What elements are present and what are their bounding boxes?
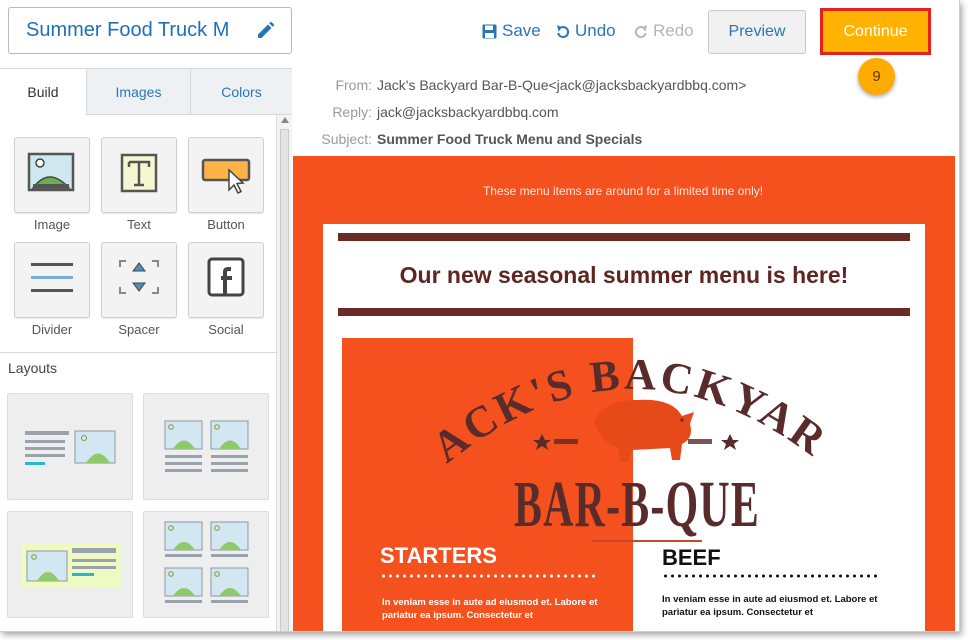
- layout-two-column-icon: [164, 420, 249, 472]
- reply-row: Reply: jack@jacksbackyardbbq.com: [292, 104, 559, 124]
- top-toolbar: Summer Food Truck M Save Undo Redo Previ…: [0, 0, 959, 68]
- email-canvas: These menu items are around for a limite…: [293, 156, 955, 631]
- reply-value[interactable]: jack@jacksbackyardbbq.com: [377, 104, 559, 124]
- layout-four-images-icon: [164, 521, 249, 603]
- beef-dots: [662, 574, 878, 578]
- redo-icon: [634, 24, 647, 38]
- facebook-icon: [207, 257, 245, 297]
- layout-text-image-icon: [25, 430, 116, 465]
- campaign-title-field[interactable]: Summer Food Truck M: [8, 7, 292, 54]
- tab-images[interactable]: Images: [86, 69, 190, 115]
- layouts-heading: Layouts: [0, 352, 276, 382]
- beef-text: In veniam esse in aute ad eiusmod et. La…: [662, 594, 878, 618]
- jacks-backyard-logo: JACK'S BACKYARD BAR-: [342, 338, 837, 542]
- left-panel-scrollbar[interactable]: [276, 115, 292, 631]
- step-badge: 9: [858, 58, 895, 95]
- text-block-label: Text: [127, 217, 151, 232]
- campaign-title-text: Summer Food Truck M: [26, 19, 230, 41]
- pig-icon: [594, 399, 694, 462]
- from-value[interactable]: Jack's Backyard Bar-B-Que<jack@jacksback…: [377, 77, 746, 97]
- subject-label: Subject:: [321, 131, 372, 147]
- email-content-card: Our new seasonal summer menu is here! JA…: [323, 224, 925, 631]
- email-editor-window: Summer Food Truck M Save Undo Redo Previ…: [0, 0, 960, 632]
- tab-build[interactable]: Build: [0, 69, 86, 115]
- subject-value[interactable]: Summer Food Truck Menu and Specials: [377, 131, 642, 151]
- logo-line-2: BAR-B-QUE: [514, 468, 760, 541]
- social-block[interactable]: [188, 242, 264, 318]
- image-block[interactable]: [14, 137, 90, 213]
- save-button[interactable]: Save: [482, 20, 541, 42]
- redo-button[interactable]: Redo: [634, 20, 694, 42]
- layout-two-column-images[interactable]: [143, 393, 269, 500]
- button-block-icon: [201, 158, 251, 195]
- spacer-block-icon: [119, 260, 159, 294]
- menu-poster-image[interactable]: JACK'S BACKYARD BAR-: [342, 338, 910, 631]
- starters-dots: [380, 574, 598, 578]
- image-block-icon: [27, 152, 75, 192]
- scroll-thumb[interactable]: [280, 129, 289, 631]
- email-preview-pane: From: Jack's Backyard Bar-B-Que<jack@jac…: [292, 68, 959, 631]
- panel-tabs: Build Images Colors: [0, 69, 292, 115]
- subject-row: Subject: Summer Food Truck Menu and Spec…: [292, 131, 642, 151]
- button-block-label: Button: [207, 217, 245, 232]
- divider-block-icon: [31, 263, 73, 292]
- top-divider[interactable]: [338, 233, 910, 241]
- tab-colors[interactable]: Colors: [190, 69, 292, 115]
- divider-block-label: Divider: [31, 322, 73, 337]
- pencil-icon[interactable]: [255, 21, 275, 41]
- beef-title: BEEF: [662, 545, 721, 570]
- logo-line-1: JACK'S BACKYARD: [342, 338, 834, 472]
- text-block[interactable]: [101, 137, 177, 213]
- starters-text: In veniam esse in aute ad eiusmod et. La…: [382, 597, 598, 621]
- undo-button[interactable]: Undo: [556, 20, 616, 42]
- email-headline[interactable]: Our new seasonal summer menu is here!: [323, 262, 925, 289]
- image-block-label: Image: [33, 217, 71, 232]
- redo-label: Redo: [653, 21, 694, 40]
- continue-button[interactable]: Continue: [820, 8, 931, 55]
- layout-text-image[interactable]: [7, 393, 133, 500]
- save-label: Save: [502, 21, 541, 40]
- text-block-icon: [120, 153, 158, 193]
- social-block-label: Social: [208, 322, 244, 337]
- scroll-up-arrow-icon[interactable]: [281, 117, 289, 123]
- from-row: From: Jack's Backyard Bar-B-Que<jack@jac…: [292, 77, 746, 97]
- starters-title: STARTERS: [380, 543, 497, 568]
- undo-icon: [557, 24, 570, 38]
- layout-image-text-highlight-icon: [21, 543, 121, 587]
- reply-label: Reply:: [332, 104, 372, 120]
- bottom-divider[interactable]: [338, 308, 910, 316]
- left-panel: Build Images Colors Image Text Button Di…: [0, 68, 292, 631]
- floppy-disk-icon: [482, 24, 497, 38]
- divider-block[interactable]: [14, 242, 90, 318]
- svg-text:JACK'S BACKYARD: JACK'S BACKYARD: [342, 338, 837, 472]
- preheader-text[interactable]: These menu items are around for a limite…: [293, 184, 953, 198]
- layout-image-text-highlight[interactable]: [7, 511, 133, 618]
- undo-label: Undo: [575, 21, 616, 40]
- layout-four-images[interactable]: [143, 511, 269, 618]
- from-label: From:: [335, 77, 372, 93]
- button-block[interactable]: [188, 137, 264, 213]
- preview-button[interactable]: Preview: [708, 10, 806, 54]
- spacer-block-label: Spacer: [118, 322, 160, 337]
- spacer-block[interactable]: [101, 242, 177, 318]
